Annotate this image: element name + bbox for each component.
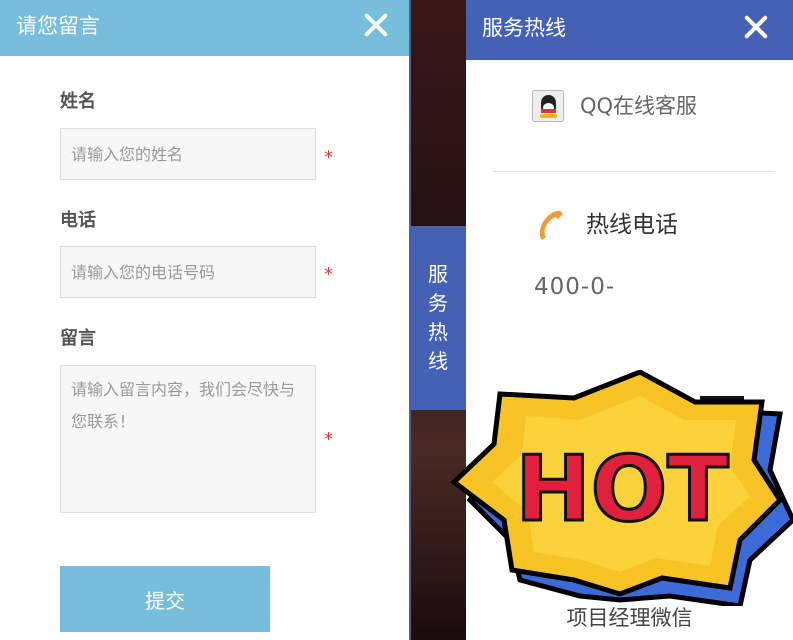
name-required-mark: *: [324, 147, 333, 168]
hotline-number: 400-0-: [534, 274, 616, 300]
message-label: 留言: [60, 328, 96, 349]
phone-input[interactable]: [60, 246, 316, 298]
side-tab-char: 热: [428, 320, 448, 344]
hotline-panel-title: 服务热线: [482, 16, 566, 40]
hotline-panel-header: 服务热线: [466, 0, 793, 60]
message-panel-title: 请您留言: [16, 14, 100, 38]
name-input[interactable]: [60, 128, 316, 180]
side-tab-char: 务: [428, 291, 448, 315]
close-icon[interactable]: [361, 10, 391, 40]
close-icon[interactable]: [741, 12, 771, 42]
message-panel: 请您留言 姓名 * 电话 * 留言 * 提交: [0, 0, 409, 640]
message-required-mark: *: [324, 429, 333, 450]
hot-badge-icon: HOT: [450, 370, 793, 606]
message-textarea[interactable]: [60, 365, 316, 513]
wechat-caption: 项目经理微信: [566, 606, 693, 630]
hot-badge-text: HOT: [515, 437, 728, 542]
message-panel-header: 请您留言: [0, 0, 409, 56]
qq-service-label: QQ在线客服: [580, 94, 698, 118]
qq-penguin-icon: [532, 90, 564, 122]
submit-button[interactable]: 提交: [60, 566, 270, 632]
phone-label: 电话: [60, 210, 96, 231]
phone-handset-icon: [539, 210, 563, 240]
hotline-label: 热线电话: [586, 212, 678, 238]
name-label: 姓名: [60, 91, 96, 112]
side-tab-char: 服: [428, 262, 448, 286]
divider: [493, 171, 774, 172]
phone-required-mark: *: [324, 264, 333, 285]
